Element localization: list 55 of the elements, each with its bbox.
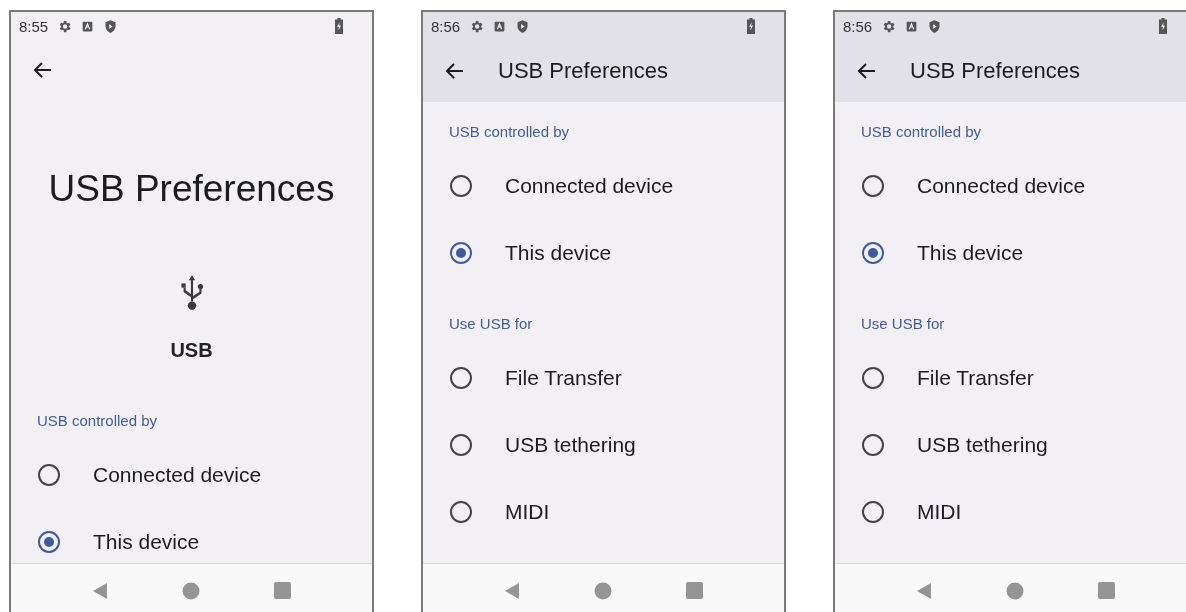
font-icon [493,19,507,33]
radio-button[interactable] [450,174,472,197]
back-triangle-icon[interactable] [916,582,932,600]
settings-icon [469,18,485,34]
option-label[interactable]: Connected device [505,173,674,198]
battery-charging-icon [1158,18,1168,34]
radio-button[interactable] [38,463,60,486]
shield-icon [515,18,531,34]
battery-charging-icon [334,18,344,34]
home-circle-icon[interactable] [1006,582,1024,600]
option-label[interactable]: This device [93,529,200,554]
settings-icon [57,18,73,34]
radio-button[interactable] [450,433,472,456]
radio-button[interactable] [38,530,60,553]
toolbar-title: USB Preferences [498,58,668,84]
section-header: Use USB for [448,314,534,334]
option-label[interactable]: MIDI [917,499,962,524]
font-icon [905,19,919,33]
section-header: USB controlled by [860,122,983,142]
back-triangle-icon[interactable] [504,582,520,600]
back-triangle-icon[interactable] [92,582,108,600]
home-circle-icon[interactable] [594,582,612,600]
option-label[interactable]: File Transfer [917,365,1034,390]
option-label[interactable]: This device [505,240,612,265]
option-label[interactable]: Connected device [93,462,262,487]
home-circle-icon[interactable] [182,582,200,600]
option-label[interactable]: MIDI [505,499,550,524]
section-header: Use USB for [860,314,946,334]
radio-button[interactable] [450,500,472,523]
radio-button[interactable] [450,366,472,389]
option-label[interactable]: File Transfer [505,365,622,390]
radio-button[interactable] [862,241,884,264]
section-header: USB controlled by [36,411,159,431]
section-header: USB controlled by [448,122,571,142]
usb-label: USB [170,338,213,362]
battery-charging-icon [746,18,756,34]
radio-button[interactable] [862,174,884,197]
option-label[interactable]: Connected device [917,173,1086,198]
radio-button[interactable] [862,366,884,389]
settings-icon [881,18,897,34]
font-icon [81,19,95,33]
shield-icon [103,18,119,34]
toolbar-title: USB Preferences [910,58,1080,84]
page-title: USB Preferences [48,167,335,211]
option-label[interactable]: USB tethering [505,432,636,457]
status-time: 8:56 [843,17,873,35]
radio-button[interactable] [450,241,472,264]
shield-icon [927,18,943,34]
radio-button[interactable] [862,500,884,523]
option-label[interactable]: USB tethering [917,432,1048,457]
usb-icon [178,275,205,313]
status-time: 8:56 [431,17,461,35]
status-time: 8:55 [19,17,49,35]
option-label[interactable]: This device [917,240,1024,265]
radio-button[interactable] [862,433,884,456]
